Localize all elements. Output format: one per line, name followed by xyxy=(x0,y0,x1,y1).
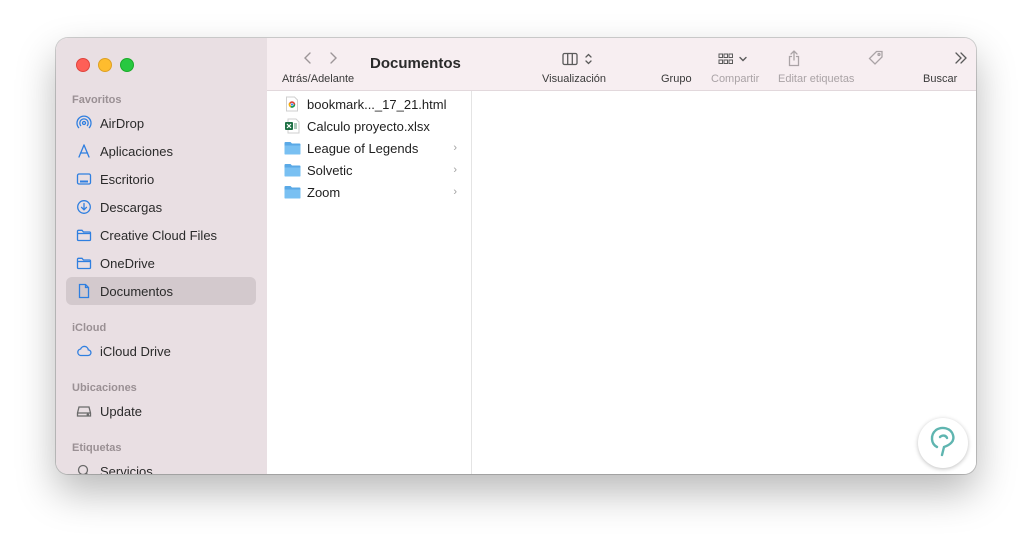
nav-label: Atrás/Adelante xyxy=(282,73,355,85)
sidebar-item-label: Descargas xyxy=(100,199,163,215)
sidebar-item-creative-cloud[interactable]: Creative Cloud Files xyxy=(66,221,256,249)
desktop-icon xyxy=(74,169,94,189)
logo-icon xyxy=(930,426,955,457)
chrome-html-icon xyxy=(283,95,301,113)
share-button[interactable] xyxy=(786,48,802,68)
sidebar-item-label: Documentos xyxy=(100,283,173,299)
chevron-right-icon: › xyxy=(453,186,457,198)
file-row[interactable]: bookmark..._17_21.html xyxy=(273,93,465,115)
group-label: Grupo xyxy=(661,73,692,85)
document-icon xyxy=(74,281,94,301)
applications-icon xyxy=(74,141,94,161)
folder-icon xyxy=(74,253,94,273)
chevron-left-icon xyxy=(304,52,311,64)
sidebar-item-label: Aplicaciones xyxy=(100,143,173,159)
chevron-right-icon: › xyxy=(453,142,457,154)
double-chevron-right-icon xyxy=(955,52,967,64)
drive-icon xyxy=(74,401,94,421)
window-title: Documentos xyxy=(370,55,461,72)
file-row[interactable]: Solvetic › xyxy=(273,159,465,181)
tag-icon xyxy=(868,50,883,65)
section-ubicaciones: Ubicaciones xyxy=(72,382,137,394)
columns-view-icon xyxy=(562,52,592,66)
back-button[interactable] xyxy=(300,50,316,66)
chevron-right-icon xyxy=(330,52,337,64)
search-label: Buscar xyxy=(923,73,958,85)
sidebar-item-icloud-drive[interactable]: iCloud Drive xyxy=(66,337,256,365)
file-row[interactable]: League of Legends › xyxy=(273,137,465,159)
view-selector[interactable] xyxy=(561,50,597,68)
sidebar-item-descargas[interactable]: Descargas xyxy=(66,193,256,221)
grid-group-icon xyxy=(718,53,747,64)
folder-icon xyxy=(74,225,94,245)
folder-icon xyxy=(283,161,301,179)
tags-label: Editar etiquetas xyxy=(778,73,855,85)
sidebar-item-label: AirDrop xyxy=(100,115,145,131)
sidebar-item-documentos[interactable]: Documentos xyxy=(66,277,256,305)
preview-area xyxy=(472,91,976,474)
file-row[interactable]: Calculo proyecto.xlsx xyxy=(273,115,465,137)
group-selector[interactable] xyxy=(717,50,753,68)
sidebar-item-servicios[interactable]: Servicios xyxy=(66,457,256,474)
finder-window: Favoritos AirDrop Aplicaciones Escritori… xyxy=(56,38,976,474)
sidebar-item-aplicaciones[interactable]: Aplicaciones xyxy=(66,137,256,165)
watermark-logo xyxy=(918,418,968,468)
file-row[interactable]: Zoom › xyxy=(273,181,465,203)
share-icon xyxy=(788,50,800,67)
section-etiquetas: Etiquetas xyxy=(72,442,122,454)
section-favoritos: Favoritos xyxy=(72,94,122,106)
folder-icon xyxy=(283,139,301,157)
cloud-icon xyxy=(74,341,94,361)
file-name: bookmark..._17_21.html xyxy=(307,96,447,112)
folder-icon xyxy=(283,183,301,201)
zoom-button[interactable] xyxy=(120,58,134,72)
sidebar: Favoritos AirDrop Aplicaciones Escritori… xyxy=(56,38,268,474)
sidebar-item-escritorio[interactable]: Escritorio xyxy=(66,165,256,193)
search-icon xyxy=(74,461,94,474)
file-name: Zoom xyxy=(307,184,341,200)
downloads-icon xyxy=(74,197,94,217)
sidebar-item-update[interactable]: Update xyxy=(66,397,256,425)
tags-button[interactable] xyxy=(867,49,885,67)
sidebar-item-label: OneDrive xyxy=(100,255,155,271)
airdrop-icon xyxy=(74,113,94,133)
sidebar-item-label: Update xyxy=(100,403,142,419)
chevron-right-icon: › xyxy=(453,164,457,176)
section-icloud: iCloud xyxy=(72,322,107,334)
sidebar-item-label: iCloud Drive xyxy=(100,343,171,359)
file-name: League of Legends xyxy=(307,140,419,156)
share-label: Compartir xyxy=(711,73,760,85)
sidebar-item-label: Creative Cloud Files xyxy=(100,227,218,243)
toolbar: Atrás/Adelante Documentos Visualización … xyxy=(267,38,976,91)
more-button[interactable] xyxy=(953,50,969,66)
sidebar-item-label: Servicios xyxy=(100,463,153,475)
forward-button[interactable] xyxy=(325,50,341,66)
sidebar-item-label: Escritorio xyxy=(100,171,155,187)
file-column: bookmark..._17_21.html Calculo proyecto.… xyxy=(267,91,472,474)
view-label: Visualización xyxy=(542,73,607,85)
close-button[interactable] xyxy=(76,58,90,72)
sidebar-item-airdrop[interactable]: AirDrop xyxy=(66,109,256,137)
sidebar-item-onedrive[interactable]: OneDrive xyxy=(66,249,256,277)
file-name: Solvetic xyxy=(307,162,353,178)
minimize-button[interactable] xyxy=(98,58,112,72)
excel-icon xyxy=(283,117,301,135)
window-controls xyxy=(76,58,134,72)
file-name: Calculo proyecto.xlsx xyxy=(307,118,430,134)
